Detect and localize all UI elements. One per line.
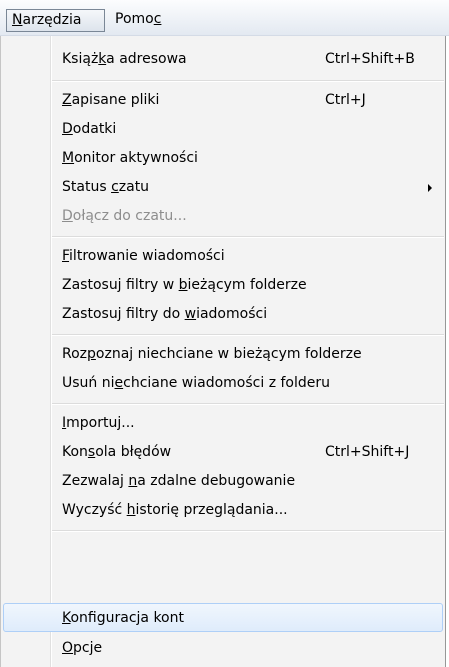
menu-item-error-console[interactable]: Konsola błędów Ctrl+Shift+J bbox=[3, 438, 443, 467]
menu-item-label: Zezwalaj na zdalne debugowanie bbox=[62, 473, 296, 489]
menu-item-label: Usuń niechciane wiadomości z folderu bbox=[62, 375, 331, 391]
menu-item-saved-files[interactable]: Zapisane pliki Ctrl+J bbox=[3, 86, 443, 115]
menu-item-label: Importuj... bbox=[62, 415, 135, 431]
menu-item-clear-history[interactable]: Wyczyść historię przeglądania... bbox=[3, 496, 443, 525]
menu-help[interactable]: Pomoc bbox=[110, 9, 166, 32]
menu-item-detect-junk[interactable]: Rozpoznaj niechciane w bieżącym folderze bbox=[3, 340, 443, 369]
menu-item-delete-junk[interactable]: Usuń niechciane wiadomości z folderu bbox=[3, 369, 443, 398]
menu-item-run-filters-on-folder[interactable]: Zastosuj filtry w bieżącym folderze bbox=[3, 271, 443, 300]
menu-bar: Narzędzia Pomoc bbox=[0, 0, 449, 36]
menu-item-account-settings[interactable]: Konfiguracja kont bbox=[3, 603, 443, 632]
menu-item-label: Monitor aktywności bbox=[62, 150, 198, 166]
menu-separator bbox=[52, 236, 444, 238]
menu-item-address-book[interactable]: Książka adresowa Ctrl+Shift+B bbox=[3, 45, 443, 74]
menu-item-message-filters[interactable]: Filtrowanie wiadomości bbox=[3, 242, 443, 271]
submenu-arrow-icon bbox=[428, 184, 432, 192]
menu-separator bbox=[52, 403, 444, 405]
menu-item-label: Filtrowanie wiadomości bbox=[62, 248, 225, 264]
menu-item-shortcut: Ctrl+Shift+J bbox=[325, 444, 410, 460]
menu-item-activity-monitor[interactable]: Monitor aktywności bbox=[3, 144, 443, 173]
menu-item-addons[interactable]: Dodatki bbox=[3, 115, 443, 144]
menu-item-label: Dodatki bbox=[62, 121, 117, 137]
menu-item-label: Dołącz do czatu... bbox=[62, 208, 187, 224]
menu-item-label: Opcje bbox=[62, 640, 103, 656]
menu-separator bbox=[52, 80, 444, 82]
menu-tools[interactable]: Narzędzia bbox=[6, 9, 105, 32]
menu-item-options[interactable]: Opcje bbox=[3, 634, 443, 663]
menu-item-label: Konsola błędów bbox=[62, 444, 172, 460]
menu-item-label: Zapisane pliki bbox=[62, 92, 160, 108]
menu-item-shortcut: Ctrl+J bbox=[325, 92, 366, 108]
menu-item-import[interactable]: Importuj... bbox=[3, 409, 443, 438]
menu-item-remote-debugging[interactable]: Zezwalaj na zdalne debugowanie bbox=[3, 467, 443, 496]
menu-item-label: Konfiguracja kont bbox=[62, 610, 184, 626]
menu-item-label: Zastosuj filtry w bieżącym folderze bbox=[62, 277, 307, 293]
menu-item-label: Status czatu bbox=[62, 179, 150, 195]
menu-item-label: Zastosuj filtry do wiadomości bbox=[62, 306, 268, 322]
menu-separator bbox=[52, 530, 444, 532]
menu-item-shortcut: Ctrl+Shift+B bbox=[325, 51, 415, 67]
menu-item-label: Wyczyść historię przeglądania... bbox=[62, 502, 288, 518]
menu-item-join-chat: Dołącz do czatu... bbox=[3, 202, 443, 231]
menu-separator bbox=[52, 334, 444, 336]
tools-dropdown-menu: Książka adresowa Ctrl+Shift+B Zapisane p… bbox=[0, 36, 446, 667]
menu-item-run-filters-on-message[interactable]: Zastosuj filtry do wiadomości bbox=[3, 300, 443, 329]
menu-item-label: Rozpoznaj niechciane w bieżącym folderze bbox=[62, 346, 362, 362]
menu-item-chat-status[interactable]: Status czatu bbox=[3, 173, 443, 202]
menu-item-label: Książka adresowa bbox=[62, 51, 187, 67]
